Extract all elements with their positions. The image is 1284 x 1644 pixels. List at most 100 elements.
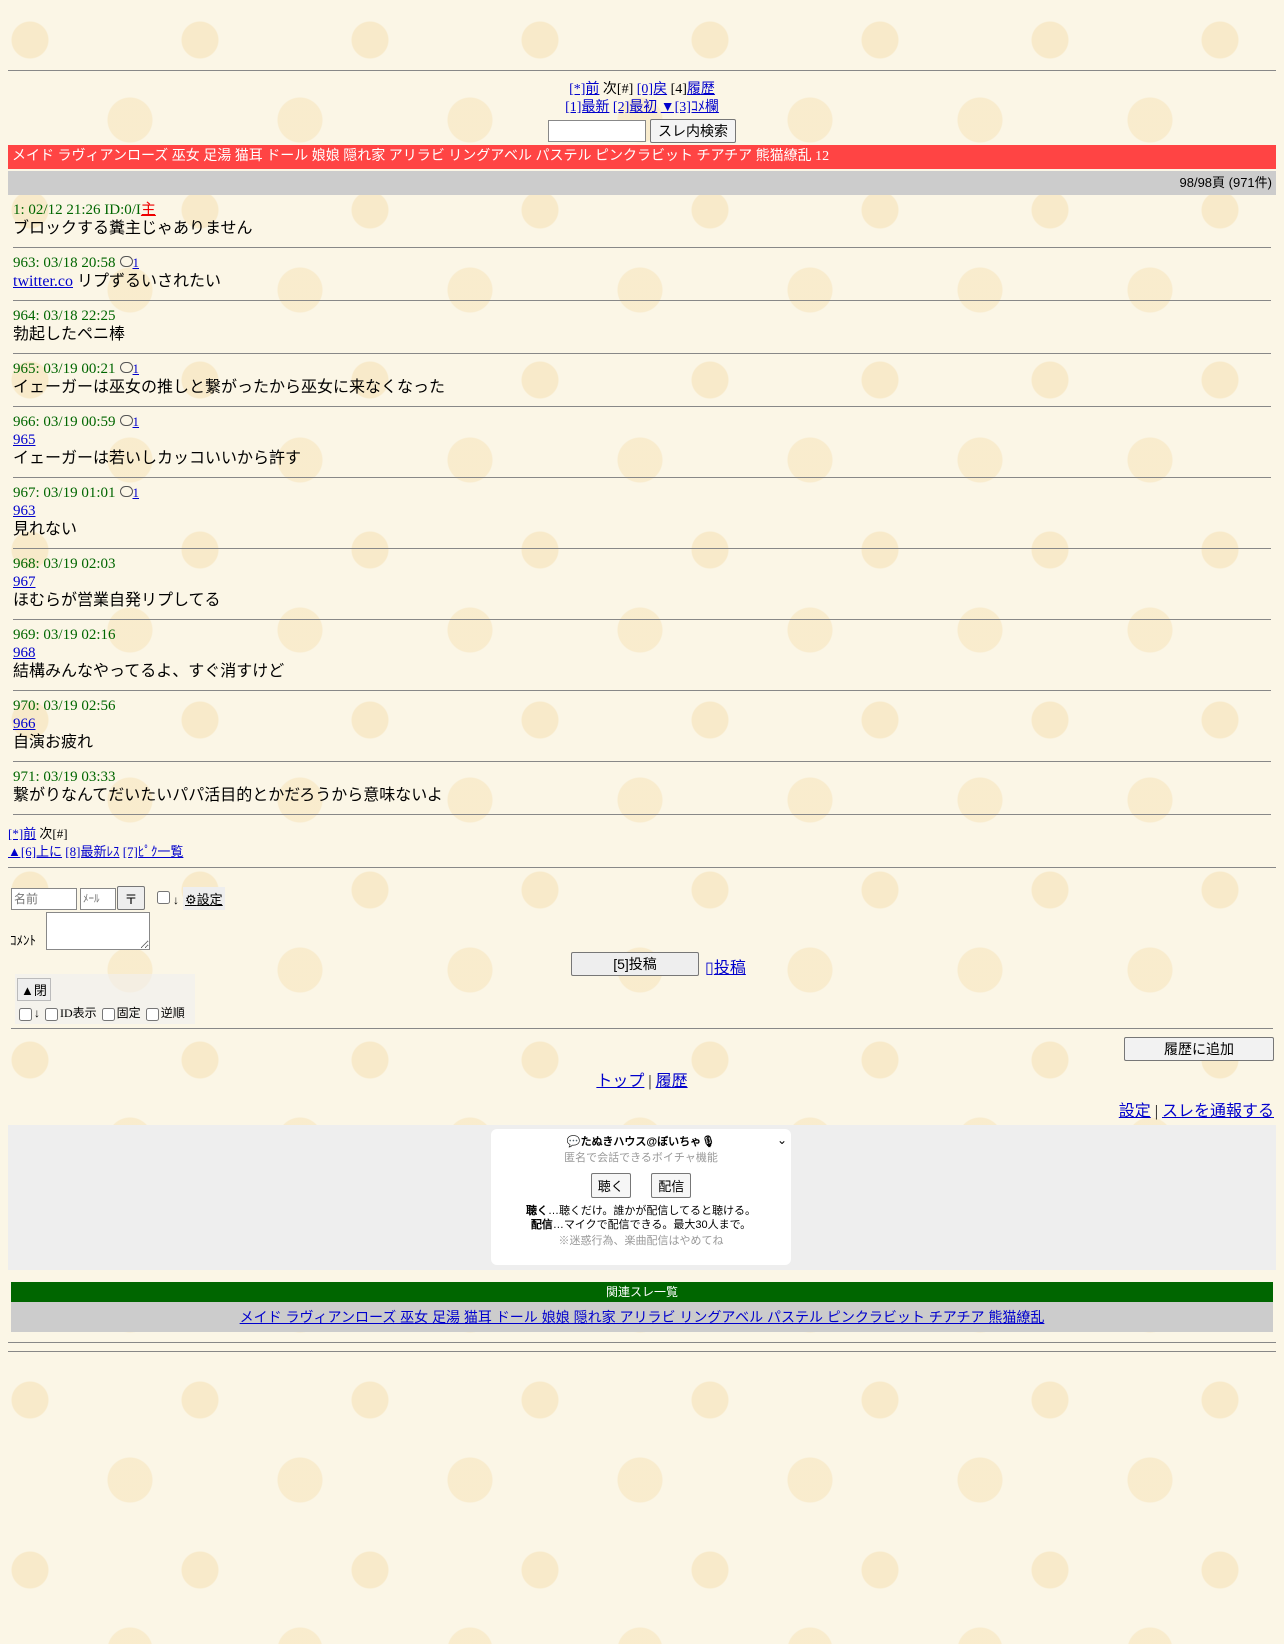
post-text: 見れない — [13, 521, 78, 538]
search-input[interactable] — [548, 120, 646, 142]
reply-count-link[interactable]: 1 — [133, 361, 140, 376]
post-ref: 967 — [13, 573, 1271, 591]
history-row: 履歴に追加 — [8, 1029, 1276, 1061]
nav-comment-link[interactable]: ▼[3]ｺﾒ欄 — [661, 100, 719, 115]
voice-chat-area: ⌄ 💬たぬきハウス@ぼいちゃ🎙 匿名で会話できるボイチャ機能 聴く 配信 聴く…… — [8, 1125, 1276, 1270]
report-thread-link[interactable]: スレを通報する — [1162, 1103, 1274, 1120]
post-text: イェーガーは巫女の推しと繋がったから巫女に来なくなった — [13, 379, 446, 396]
settings-link[interactable]: ⚙設定 — [183, 887, 225, 910]
post-ref: 963 — [13, 502, 1271, 520]
broadcast-desc-label: 配信 — [530, 1219, 553, 1231]
opt-down-checkbox[interactable] — [19, 1007, 32, 1021]
post-text: イェーガーは若いしカッコいいから許す — [13, 450, 302, 467]
listen-button[interactable]: 聴く — [590, 1173, 631, 1198]
post-text: 自演お疲れ — [13, 734, 94, 751]
nav-history-link[interactable]: 履歴 — [687, 82, 715, 97]
name-field[interactable] — [11, 888, 77, 910]
post-item: 963: 03/18 20:58 1 twitter.co リプずるいされたい — [13, 248, 1271, 301]
voice-chat-title: 💬たぬきハウス@ぼいちゃ🎙 — [566, 1136, 716, 1148]
post-header: 968: 03/19 02:03 — [13, 555, 1271, 573]
bottom-up-link[interactable]: ▲[6]上に — [8, 844, 62, 859]
post-ref: 968 — [13, 644, 1271, 662]
related-threads: メイド ラヴィアンローズ 巫女 足湯 猫耳 ドール 娘娘 隠れ家 アリラビ リン… — [11, 1302, 1273, 1332]
post-text: 結構みんなやってるよ、すぐ消すけど — [13, 663, 285, 680]
anchor-link[interactable]: 968 — [13, 645, 36, 661]
post-meta: 964: 03/18 22:25 — [13, 308, 116, 324]
post-meta: 965: 03/19 00:21 — [13, 361, 116, 377]
page-info: 98/98頁 (971件) — [8, 171, 1276, 195]
post-body: 自演お疲れ — [13, 733, 1271, 753]
owner-badge: 主 — [140, 202, 156, 218]
opt-fixed-label: 固定 — [116, 1006, 141, 1020]
related-threads-header: 関連スレ一覧 — [11, 1282, 1273, 1302]
post-link-icon: ▯ — [705, 960, 714, 977]
anchor-link[interactable]: 967 — [13, 574, 36, 590]
bottom-divider-2 — [8, 1351, 1276, 1352]
post-text: ほむらが営業自発リプしてる — [13, 592, 221, 609]
settings-label: 設定 — [196, 892, 223, 907]
down-check[interactable]: ↓ — [153, 888, 179, 908]
post-meta: 968: 03/19 02:03 — [13, 556, 116, 572]
post-meta: 966: 03/19 00:59 — [13, 414, 116, 430]
post-button[interactable]: [5]投稿 — [571, 952, 699, 976]
post-body: twitter.co リプずるいされたい — [13, 272, 1271, 292]
voice-chat-subtitle: 匿名で会話できるボイチャ機能 — [564, 1152, 718, 1164]
top-link[interactable]: トップ — [596, 1073, 644, 1090]
post-body: ほむらが営業自発リプしてる — [13, 591, 1271, 611]
post-item: 965: 03/19 00:21 1 イェーガーは巫女の推しと繋がったから巫女に来な… — [13, 354, 1271, 407]
comment-field[interactable] — [46, 912, 150, 950]
nav-latest-link[interactable]: [1]最新 — [565, 100, 609, 115]
post-header: 966: 03/19 00:59 1 — [13, 413, 1271, 431]
settings-footer-link[interactable]: 設定 — [1119, 1103, 1151, 1120]
post-text: リプずるいされたい — [72, 273, 221, 290]
nav-back-link[interactable]: [0]戻 — [637, 82, 667, 97]
sage-button[interactable]: 〒 — [117, 886, 145, 910]
mail-field[interactable] — [80, 888, 116, 910]
opt-id-checkbox[interactable] — [45, 1007, 58, 1021]
nav-prev-link[interactable]: [*]前 — [569, 82, 599, 97]
anchor-link[interactable]: 966 — [13, 716, 36, 732]
nav-first-link[interactable]: [2]最初 — [613, 100, 657, 115]
footer-links: トップ | 履歴 — [8, 1067, 1276, 1091]
post-url-link[interactable]: twitter.co — [13, 273, 73, 290]
reply-count-link[interactable]: 1 — [133, 414, 140, 429]
opt-id-label: ID表示 — [60, 1006, 97, 1020]
bottom-divider-1 — [8, 1342, 1276, 1343]
bottom-latest-res-link[interactable]: [8]最新ﾚｽ — [65, 844, 119, 859]
form-options: ▲閉 ↓ ID表示 固定 逆順 — [15, 974, 195, 1024]
reply-count-link[interactable]: 1 — [133, 255, 140, 270]
footer-right-sep: | — [1154, 1103, 1158, 1120]
bottom-next-text: 次[#] — [39, 826, 68, 841]
reply-bubble-icon — [119, 256, 133, 268]
related-threads-link[interactable]: メイド ラヴィアンローズ 巫女 足湯 猫耳 ドール 娘娘 隠れ家 アリラビ リン… — [240, 1309, 1045, 1325]
broadcast-button[interactable]: 配信 — [651, 1173, 692, 1198]
comment-label: ｺﾒﾝﾄ — [10, 933, 36, 948]
history-link[interactable]: 履歴 — [656, 1073, 688, 1090]
close-options-button[interactable]: ▲閉 — [17, 978, 51, 1001]
nav-next-text: 次[#] — [602, 82, 634, 97]
reply-count-link[interactable]: 1 — [133, 485, 140, 500]
opt-fixed-checkbox[interactable] — [101, 1007, 115, 1021]
post-item: 971: 03/19 03:33 繋がりなんてだいたいパパ活目的とかだろうから意味… — [13, 762, 1271, 815]
search-button[interactable]: スレ内検索 — [650, 119, 736, 143]
anchor-link[interactable]: 963 — [13, 503, 36, 519]
down-checkbox[interactable] — [157, 891, 170, 904]
listen-desc-label: 聴く — [525, 1205, 548, 1217]
post-link[interactable]: ▯投稿 — [705, 954, 746, 978]
opt-reverse-checkbox[interactable] — [145, 1007, 159, 1021]
reply-bubble-icon — [119, 362, 133, 374]
post-item: 967: 03/19 01:01 1 963 見れない — [13, 478, 1271, 549]
bottom-pickup-link[interactable]: [7]ﾋﾟｸ一覧 — [123, 844, 184, 859]
bottom-prev-link[interactable]: [*]前 — [8, 826, 36, 841]
collapse-icon[interactable]: ⌄ — [777, 1133, 787, 1147]
post-form: 〒 ↓ ⚙設定 ｺﾒﾝﾄ [5]投稿 ▯投稿 ▲閉 ↓ ID表示 固定 逆順 — [8, 874, 1276, 1036]
add-history-button[interactable]: 履歴に追加 — [1124, 1037, 1274, 1061]
option-checks: ↓ ID表示 固定 逆順 — [17, 1004, 185, 1021]
opt-reverse-label: 逆順 — [160, 1006, 185, 1020]
thread-tags-bar: メイド ラヴィアンローズ 巫女 足湯 猫耳 ドール 娘娘 隠れ家 アリラビ リン… — [8, 145, 1276, 169]
post-body: イェーガーは若いしカッコいいから許す — [13, 449, 1271, 469]
anchor-link[interactable]: 965 — [13, 432, 36, 448]
post-item: 966: 03/19 00:59 1 965 イェーガーは若いしカッコいいから許す — [13, 407, 1271, 478]
post-header: 971: 03/19 03:33 — [13, 768, 1271, 786]
reply-bubble-icon — [119, 486, 133, 498]
